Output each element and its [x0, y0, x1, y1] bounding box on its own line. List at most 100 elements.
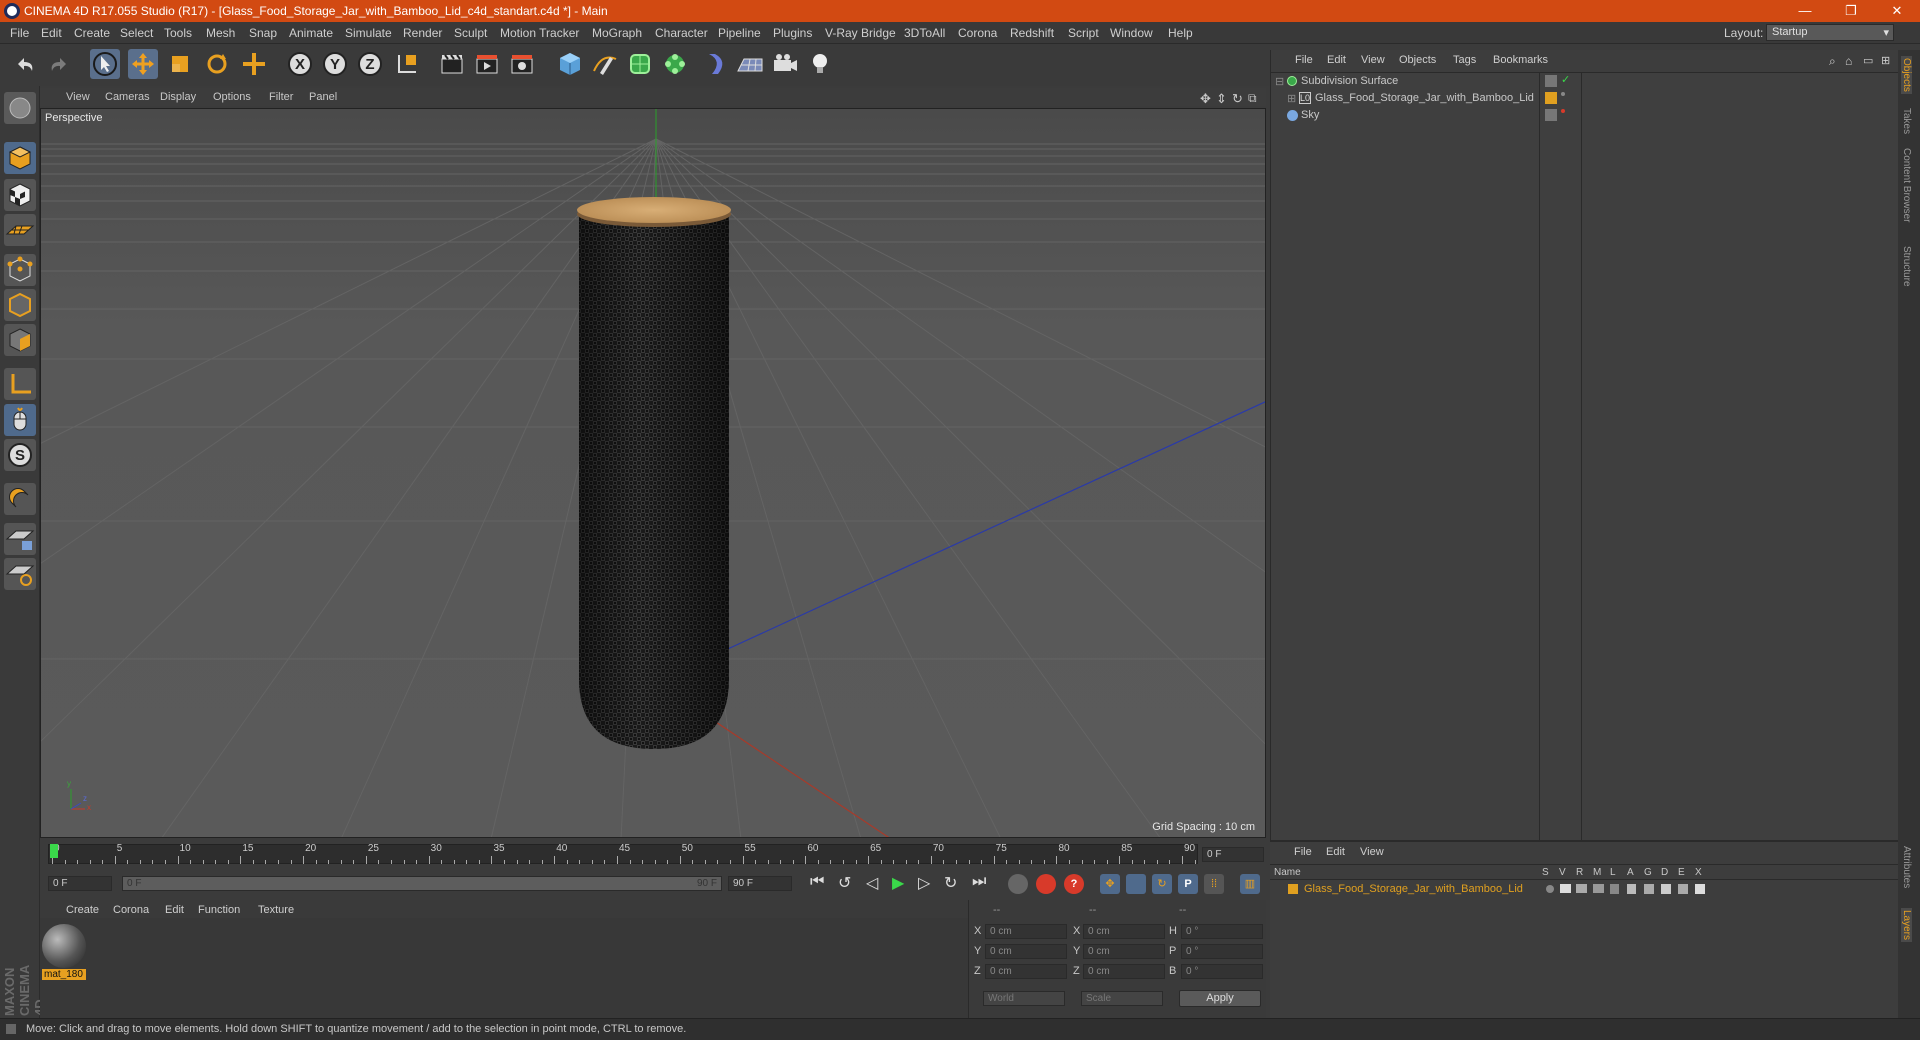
playhead-marker[interactable]: [50, 844, 58, 858]
layers-menu-view[interactable]: View: [1360, 846, 1384, 858]
material-menu-edit[interactable]: Edit: [165, 904, 184, 916]
size-z-field[interactable]: 0 cm: [1083, 964, 1165, 979]
z-axis-lock-button[interactable]: Z: [355, 49, 385, 79]
polygons-mode-button[interactable]: [4, 324, 36, 356]
viewport-maximize-icon[interactable]: ⧉: [1248, 91, 1257, 106]
close-button[interactable]: ✕: [1874, 1, 1920, 21]
add-light-button[interactable]: [805, 49, 835, 79]
x-axis-lock-button[interactable]: X: [285, 49, 315, 79]
layer-animation-icon[interactable]: [1627, 884, 1636, 894]
next-frame-icon[interactable]: ▷: [918, 873, 930, 893]
layer-xref-icon[interactable]: [1695, 884, 1705, 894]
add-cloner-button[interactable]: [660, 49, 690, 79]
redo-button[interactable]: [44, 49, 74, 79]
layers-menu-edit[interactable]: Edit: [1326, 846, 1345, 858]
menu-redshift[interactable]: Redshift: [1010, 26, 1054, 40]
render-to-picture-viewer-button[interactable]: [472, 49, 502, 79]
key-position-icon[interactable]: ✥: [1100, 874, 1120, 894]
end-frame-field[interactable]: 90 F: [728, 876, 792, 891]
material-swatch[interactable]: mat_180: [42, 924, 86, 980]
viewport-menu-cameras[interactable]: Cameras: [105, 91, 150, 103]
position-y-field[interactable]: 0 cm: [985, 944, 1067, 959]
timeline-ruler[interactable]: 051015202530354045505560657075808590 0 F: [40, 838, 1266, 872]
viewport-menu-options[interactable]: Options: [213, 91, 251, 103]
menu-mesh[interactable]: Mesh: [206, 26, 235, 40]
objects-menu-view[interactable]: View: [1361, 54, 1385, 66]
layout-dropdown[interactable]: Startup ▾: [1766, 24, 1894, 41]
add-camera-button[interactable]: [770, 49, 800, 79]
snap-settings-button[interactable]: S: [4, 439, 36, 471]
material-menu-corona[interactable]: Corona: [113, 904, 149, 916]
menu-animate[interactable]: Animate: [289, 26, 333, 40]
layer-color-icon[interactable]: [1545, 92, 1557, 104]
tab-layers[interactable]: Layers: [1901, 908, 1912, 943]
menu-window[interactable]: Window: [1110, 26, 1153, 40]
menu-edit[interactable]: Edit: [41, 26, 62, 40]
tweak-mode-button[interactable]: [4, 404, 36, 436]
move-tool[interactable]: [128, 49, 158, 79]
editor-visibility-icon[interactable]: [1545, 109, 1557, 121]
add-deformer-button[interactable]: [700, 49, 730, 79]
next-key-icon[interactable]: ↻: [944, 873, 957, 893]
expand-toggle-icon[interactable]: ⊞: [1287, 92, 1296, 105]
viewport-menu-filter[interactable]: Filter: [269, 91, 293, 103]
menu-tools[interactable]: Tools: [164, 26, 192, 40]
transform-tool[interactable]: [239, 49, 269, 79]
minimize-button[interactable]: —: [1782, 1, 1828, 21]
objects-menu-edit[interactable]: Edit: [1327, 54, 1346, 66]
object-row[interactable]: ⊟ Subdivision Surface ✓: [1271, 73, 1899, 90]
menu-create[interactable]: Create: [74, 26, 110, 40]
rotation-h-field[interactable]: 0 °: [1181, 924, 1263, 939]
menu-simulate[interactable]: Simulate: [345, 26, 392, 40]
timeline-window-icon[interactable]: ▥: [1240, 874, 1260, 894]
new-view-icon[interactable]: ▭: [1863, 54, 1873, 67]
viewport-menu-view[interactable]: View: [66, 91, 90, 103]
render-view-button[interactable]: [437, 49, 467, 79]
planar-workplane-button[interactable]: [4, 558, 36, 590]
maximize-icon[interactable]: ⊞: [1881, 54, 1890, 67]
menu-mograph[interactable]: MoGraph: [592, 26, 642, 40]
model-mode-button[interactable]: [4, 142, 36, 174]
record-icon[interactable]: [1036, 874, 1056, 894]
y-axis-lock-button[interactable]: Y: [320, 49, 350, 79]
material-menu-texture[interactable]: Texture: [258, 904, 294, 916]
tab-attributes[interactable]: Attributes: [1901, 846, 1912, 888]
menu-file[interactable]: File: [10, 26, 29, 40]
menu-sculpt[interactable]: Sculpt: [454, 26, 487, 40]
layer-render-icon[interactable]: [1576, 884, 1587, 893]
objects-menu-objects[interactable]: Objects: [1399, 54, 1436, 66]
material-menu-function[interactable]: Function: [198, 904, 240, 916]
layer-expressions-icon[interactable]: [1678, 884, 1688, 894]
layer-solo-icon[interactable]: [1546, 885, 1554, 893]
size-x-field[interactable]: 0 cm: [1083, 924, 1165, 939]
object-row[interactable]: ⊞ L0 Glass_Food_Storage_Jar_with_Bamboo_…: [1271, 90, 1899, 107]
edges-mode-button[interactable]: [4, 289, 36, 321]
start-frame-field[interactable]: 0 F: [48, 876, 112, 891]
menu-script[interactable]: Script: [1068, 26, 1099, 40]
layer-generators-icon[interactable]: [1644, 884, 1654, 894]
prev-key-icon[interactable]: ↺: [838, 873, 851, 893]
goto-end-icon[interactable]: ⏭: [972, 873, 986, 891]
visibility-dot-icon[interactable]: [1561, 109, 1565, 113]
key-scale-icon[interactable]: [1126, 874, 1146, 894]
objects-menu-tags[interactable]: Tags: [1453, 54, 1476, 66]
menu-plugins[interactable]: Plugins: [773, 26, 812, 40]
current-frame-field[interactable]: 0 F: [1202, 847, 1264, 862]
menu-3dtoall[interactable]: 3DToAll: [904, 26, 945, 40]
menu-snap[interactable]: Snap: [249, 26, 277, 40]
expand-toggle-icon[interactable]: ⊟: [1275, 75, 1284, 88]
menu-corona[interactable]: Corona: [958, 26, 997, 40]
viewport-menu-display[interactable]: Display: [160, 91, 196, 103]
objects-menu-file[interactable]: File: [1295, 54, 1313, 66]
menu-pipeline[interactable]: Pipeline: [718, 26, 761, 40]
prev-frame-icon[interactable]: ◁: [866, 873, 878, 893]
menu-render[interactable]: Render: [403, 26, 442, 40]
home-icon[interactable]: ⌂: [1845, 54, 1852, 68]
scale-tool[interactable]: [165, 49, 195, 79]
coordinate-space-dropdown[interactable]: World: [983, 991, 1065, 1006]
play-icon[interactable]: ▶: [892, 873, 904, 893]
menu-character[interactable]: Character: [655, 26, 708, 40]
texture-mode-button[interactable]: [4, 179, 36, 211]
viewport-orbit-icon[interactable]: ↻: [1232, 91, 1243, 107]
make-editable-button[interactable]: [4, 92, 36, 124]
